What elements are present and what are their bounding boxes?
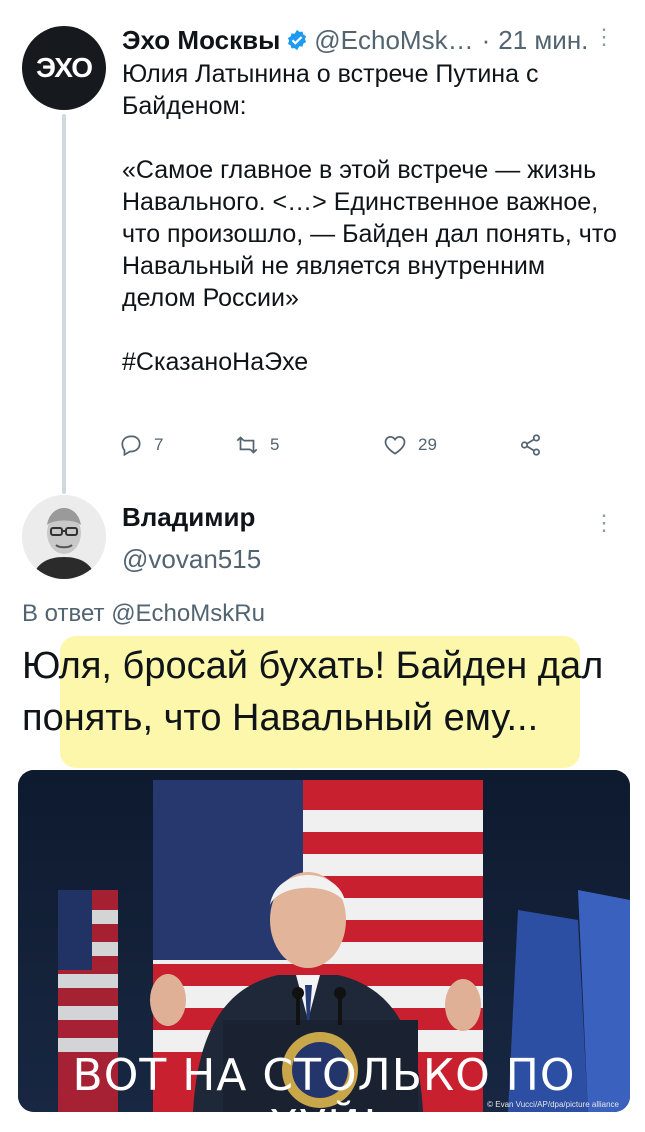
reply-icon	[121, 435, 141, 457]
tweet-hashtag[interactable]: #СказаноНаЭхе	[122, 346, 622, 378]
like-count: 29	[418, 435, 437, 454]
reply-author-name[interactable]: Владимир	[122, 502, 255, 533]
share-icon	[520, 434, 540, 456]
retweet-icon	[236, 436, 258, 454]
tweet-text-intro: Юлия Латынина о встрече Путина с Байдено…	[122, 60, 539, 120]
reply-author-handle[interactable]: @vovan515	[122, 544, 261, 575]
tweet-more-icon[interactable]: ⋮	[593, 26, 615, 48]
replying-to-handle[interactable]: @EchoMskRu	[111, 600, 265, 627]
tweet-body: Юлия Латынина о встрече Путина с Байдено…	[122, 58, 622, 410]
tweet-header: Эхо Москвы @EchoMsk… · 21 мин.	[122, 24, 588, 56]
retweet-count: 5	[270, 435, 280, 454]
tweet-text-quote: «Самое главное в этой встрече — жизнь На…	[122, 156, 617, 312]
echo-logo-text: ЭХО	[36, 52, 93, 83]
reply-more-icon[interactable]: ⋮	[593, 510, 615, 536]
share-button[interactable]	[518, 432, 544, 458]
echo-avatar[interactable]: ЭХО	[22, 26, 106, 110]
reply-text: Юля, бросай бухать! Байден дал понять, ч…	[22, 645, 604, 739]
photo-credit: © Evan Vucci/AP/dpa/picture alliance	[487, 1100, 619, 1109]
like-button[interactable]: 29	[382, 432, 437, 458]
replying-to: В ответ @EchoMskRu	[22, 600, 265, 628]
header-separator: ·	[481, 25, 491, 55]
tweet-author-handle[interactable]: @EchoMsk…	[314, 24, 473, 56]
photo-caption: ВОТ НА СТОЛЬКО ПО ХУЙ!	[72, 1050, 576, 1132]
reply-count: 7	[154, 435, 164, 454]
heart-icon	[384, 436, 406, 455]
thread-line	[62, 114, 66, 494]
vladimir-avatar[interactable]	[22, 495, 106, 579]
echo-logo: ЭХО	[36, 52, 93, 84]
tweet-time[interactable]: 21 мин.	[498, 24, 588, 56]
verified-icon	[288, 29, 307, 51]
reply-button[interactable]: 7	[118, 432, 163, 458]
retweet-button[interactable]: 5	[234, 432, 279, 458]
tweet-actions: 7 5 29	[118, 432, 558, 464]
vladimir-photo	[22, 495, 106, 579]
replying-prefix: В ответ	[22, 600, 105, 627]
tweet-author-name[interactable]: Эхо Москвы	[122, 24, 280, 56]
